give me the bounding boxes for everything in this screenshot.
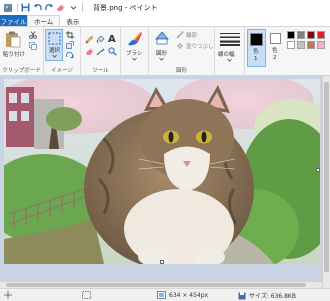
title-separator — [17, 3, 18, 12]
fill-bucket-icon[interactable] — [96, 35, 105, 44]
tools-group-label: ツール — [92, 68, 109, 74]
line-width-icon — [220, 33, 240, 46]
crosshair-icon — [4, 291, 12, 299]
chevron-down-icon — [52, 54, 57, 58]
resize-icon[interactable] — [66, 41, 74, 49]
save-icon[interactable] — [20, 3, 30, 13]
status-bar: 634 × 454px サイズ: 636.8KB — [0, 288, 330, 301]
color2-label: 色 2 — [272, 48, 278, 61]
shapes-label: 図形 — [156, 51, 168, 57]
status-selection — [82, 291, 91, 299]
palette-color-swatch[interactable] — [317, 41, 325, 49]
horizontal-scroll-thumb[interactable] — [6, 283, 306, 287]
paste-label: 貼り付け — [3, 52, 26, 58]
brush-icon — [128, 32, 142, 46]
brushes-group: ブラシ — [121, 27, 149, 75]
palette-color-swatch[interactable] — [307, 31, 315, 39]
brushes-button[interactable]: ブラシ — [123, 29, 147, 65]
clipboard-group: 貼り付け クリップボード — [0, 27, 44, 75]
eraser-quick-icon[interactable] — [56, 3, 66, 13]
size-button[interactable]: 線の幅 — [217, 29, 243, 65]
color1-fill — [251, 34, 262, 45]
brushes-label: ブラシ — [126, 51, 143, 57]
tab-home[interactable]: ホーム — [27, 15, 61, 26]
size-group: 線の幅 — [215, 27, 245, 75]
fill-icon — [177, 43, 183, 49]
paste-button[interactable]: 貼り付け — [3, 30, 26, 60]
colors-group: 色 1 色 2 — [245, 27, 330, 75]
redo-icon[interactable] — [44, 3, 54, 13]
palette-color-swatch[interactable] — [287, 31, 295, 39]
color2-button[interactable]: 色 2 — [268, 29, 285, 67]
color1-swatch — [250, 33, 263, 46]
chevron-down-icon — [227, 58, 232, 62]
workspace — [0, 76, 330, 288]
outline-dropdown[interactable]: 輪郭 — [176, 31, 197, 39]
select-button[interactable]: 選択 — [45, 29, 63, 61]
color2-fill — [271, 34, 280, 43]
eraser-icon[interactable] — [85, 47, 94, 56]
clipboard-group-label: クリップボード — [2, 68, 41, 74]
palette-color-swatch[interactable] — [307, 41, 315, 49]
select-icon — [48, 32, 61, 45]
status-file-size: サイズ: 636.8KB — [238, 291, 296, 300]
status-dimensions: 634 × 454px — [157, 291, 208, 299]
tools-group: A ツール — [81, 27, 121, 75]
palette-color-swatch[interactable] — [317, 31, 325, 39]
file-size-text: サイズ: 636.8KB — [249, 293, 296, 300]
paste-icon — [6, 31, 21, 48]
image-group: 選択 イメージ — [44, 27, 81, 75]
color1-button[interactable]: 色 1 — [247, 29, 266, 67]
canvas-resize-handle-right[interactable] — [316, 168, 320, 172]
title-separator — [82, 3, 83, 12]
title-bar: 背景.png - ペイント — [0, 0, 330, 15]
size-label: 線の幅 — [218, 52, 235, 58]
shapes-button[interactable]: 図形 — [151, 29, 173, 63]
quick-access-dropdown-icon[interactable] — [68, 3, 78, 13]
crop-icon[interactable] — [66, 31, 74, 39]
drawing-canvas[interactable] — [4, 79, 320, 264]
pencil-icon[interactable] — [85, 35, 94, 44]
tab-file[interactable]: ファイル — [0, 15, 27, 26]
color1-label: 色 1 — [253, 49, 259, 62]
vertical-scrollbar[interactable] — [322, 76, 330, 288]
palette-color-swatch[interactable] — [297, 31, 305, 39]
color-palette — [287, 31, 329, 51]
select-label: 選択 — [49, 48, 61, 54]
fill-dropdown[interactable]: 塗りつぶし — [176, 42, 214, 50]
status-cursor-position — [4, 291, 12, 299]
magnifier-icon[interactable] — [108, 47, 117, 56]
image-size-icon — [157, 291, 166, 299]
ribbon: 貼り付け クリップボード 選択 イメージ A ツール ブラシ 図形 輪郭 塗りつ… — [0, 26, 330, 76]
window-title: 背景.png - ペイント — [93, 3, 158, 12]
selection-size-icon — [82, 291, 91, 299]
outline-icon — [176, 31, 184, 39]
text-tool-icon[interactable]: A — [108, 34, 116, 45]
paint-app-icon — [3, 3, 13, 13]
shapes-icon — [155, 31, 169, 45]
file-size-icon — [238, 292, 246, 299]
outline-label: 輪郭 — [186, 33, 198, 39]
canvas-resize-handle-bottom[interactable] — [160, 260, 164, 264]
undo-icon[interactable] — [32, 3, 42, 13]
palette-color-swatch[interactable] — [297, 41, 305, 49]
horizontal-scrollbar[interactable] — [0, 281, 322, 288]
ribbon-tabs: ファイル ホーム 表示 — [0, 15, 330, 26]
shapes-group: 図形 輪郭 塗りつぶし 図形 — [149, 27, 215, 75]
shapes-group-label: 図形 — [175, 68, 187, 74]
palette-color-swatch[interactable] — [287, 41, 295, 49]
image-group-label: イメージ — [51, 68, 73, 74]
color-picker-icon[interactable] — [96, 47, 105, 56]
rotate-icon[interactable] — [66, 51, 74, 59]
copy-icon[interactable] — [29, 42, 37, 50]
dimensions-text: 634 × 454px — [169, 291, 209, 299]
color2-swatch — [270, 33, 281, 44]
cut-icon[interactable] — [29, 31, 37, 39]
cat-photo — [4, 79, 320, 264]
tab-view[interactable]: 表示 — [60, 15, 85, 26]
chevron-down-icon — [132, 57, 137, 61]
chevron-down-icon — [159, 57, 164, 61]
vertical-scroll-thumb[interactable] — [324, 82, 329, 272]
fill-label: 塗りつぶし — [186, 44, 214, 50]
